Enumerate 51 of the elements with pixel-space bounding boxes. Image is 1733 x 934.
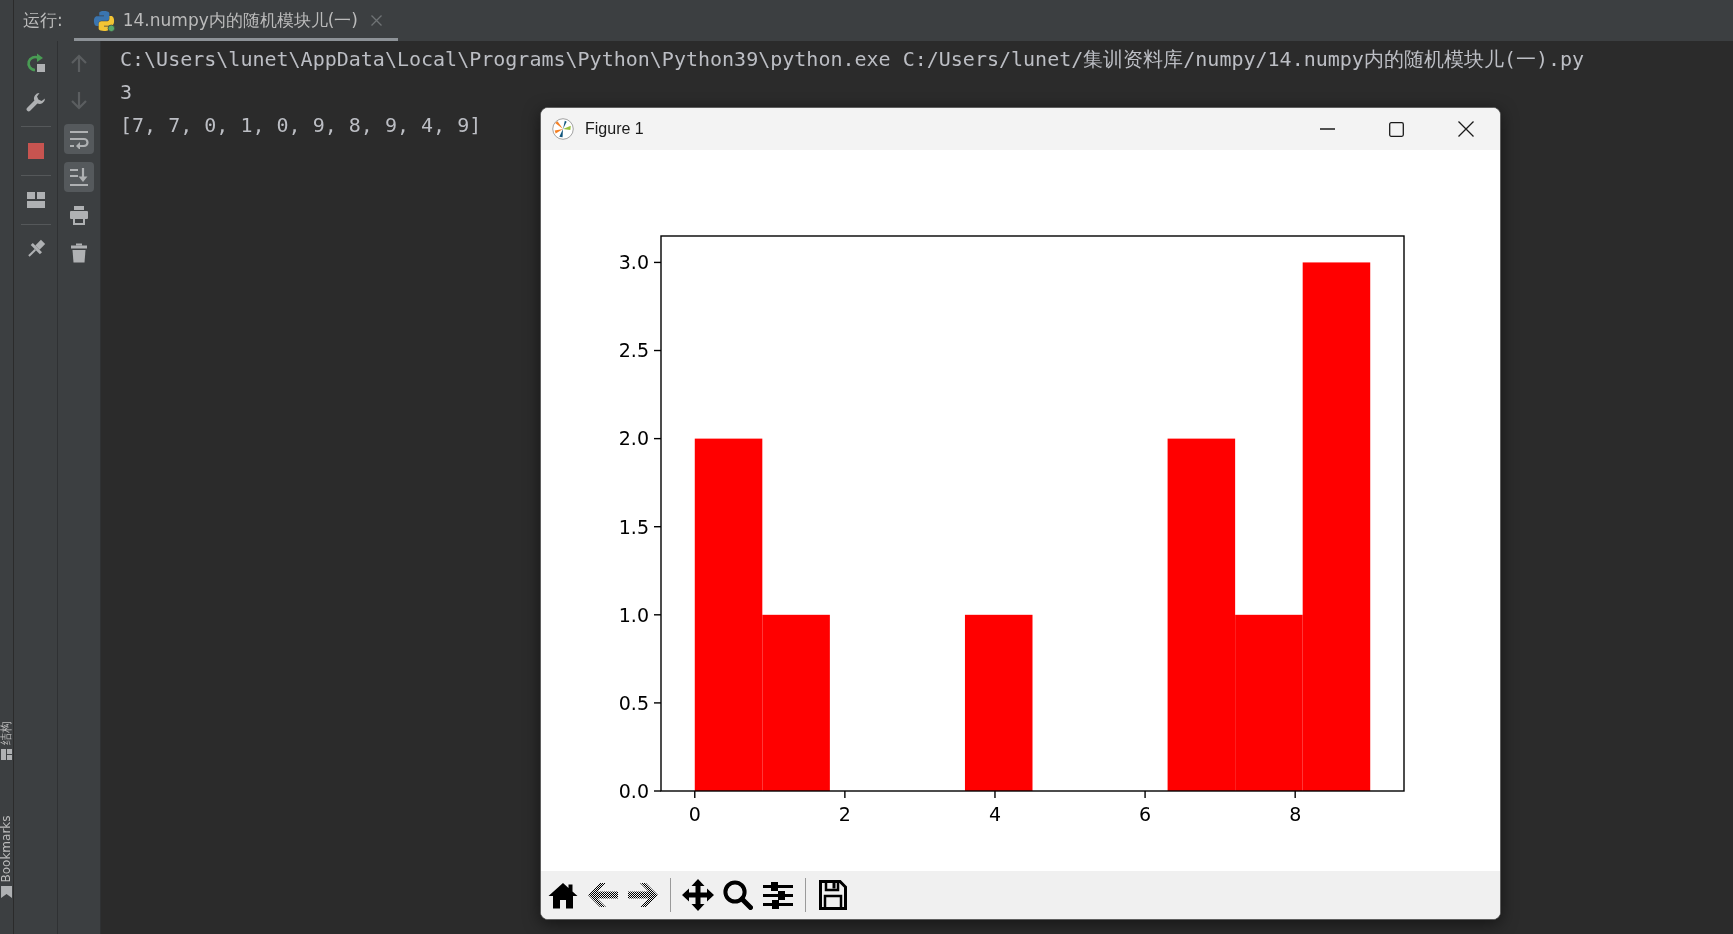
app-logo-icon <box>552 118 574 140</box>
tick-mark <box>694 790 696 799</box>
tick-mark <box>653 437 662 440</box>
y-tick-label: 1.5 <box>618 515 649 538</box>
y-tick-label: 0.5 <box>618 691 649 714</box>
run-label: 运行: <box>23 8 63 32</box>
console-line: [7, 7, 0, 1, 0, 9, 8, 9, 4, 9] <box>120 112 482 139</box>
wrench-icon[interactable] <box>25 92 46 112</box>
python-file-icon <box>92 9 115 32</box>
x-tick-label: 6 <box>1139 803 1152 825</box>
x-tick-label: 2 <box>838 803 851 825</box>
trash-icon[interactable] <box>69 243 89 263</box>
y-tick-label: 2.0 <box>618 427 649 450</box>
tick-mark <box>844 790 846 799</box>
tool-window-button[interactable]: 结构 <box>0 720 13 760</box>
bookmark-icon <box>1 885 12 898</box>
pin-icon[interactable] <box>25 239 46 259</box>
scroll-to-end-icon[interactable] <box>64 162 94 192</box>
grid-icon <box>1 748 12 760</box>
y-tick-label: 1.0 <box>618 603 649 626</box>
x-tick-label: 8 <box>1289 803 1302 825</box>
rerun-icon[interactable] <box>25 53 46 73</box>
tick-mark <box>1294 790 1296 799</box>
tick-mark <box>653 349 662 352</box>
tick-mark <box>653 261 662 264</box>
maximize-icon[interactable] <box>1389 121 1404 137</box>
window-title: Figure 1 <box>585 119 644 139</box>
y-tick-label: 0.0 <box>618 779 649 802</box>
tick-mark <box>653 702 662 704</box>
x-tick-label: 0 <box>688 803 701 825</box>
soft-wrap-icon[interactable] <box>64 124 94 154</box>
home-icon[interactable] <box>548 881 578 909</box>
tick-mark <box>653 790 662 792</box>
sliders-icon[interactable] <box>763 881 793 909</box>
move-icon[interactable] <box>682 879 714 911</box>
console-line: C:\Users\lunet\AppData\Local\Programs\Python\Python39\python.exe C:/Users/lunet/集训资料库/numpy/14.numpy内的随机模块儿(一).py <box>120 46 1585 73</box>
y-tick-label: 3.0 <box>618 251 649 274</box>
tick-mark <box>653 614 662 616</box>
layout-icon[interactable] <box>26 192 45 208</box>
x-tick-label: 4 <box>988 803 1001 825</box>
close-icon[interactable] <box>1457 121 1474 137</box>
console-line: 3 <box>120 79 133 106</box>
save-icon[interactable] <box>819 880 847 910</box>
tick-mark <box>1144 790 1146 799</box>
printer-icon[interactable] <box>69 205 89 225</box>
stop-icon[interactable] <box>27 143 44 159</box>
tick-mark <box>653 526 662 528</box>
tool-window-button[interactable]: Bookmarks <box>0 815 13 897</box>
tick-mark <box>994 790 996 799</box>
search-icon[interactable] <box>723 880 753 910</box>
y-tick-label: 2.5 <box>618 339 649 362</box>
